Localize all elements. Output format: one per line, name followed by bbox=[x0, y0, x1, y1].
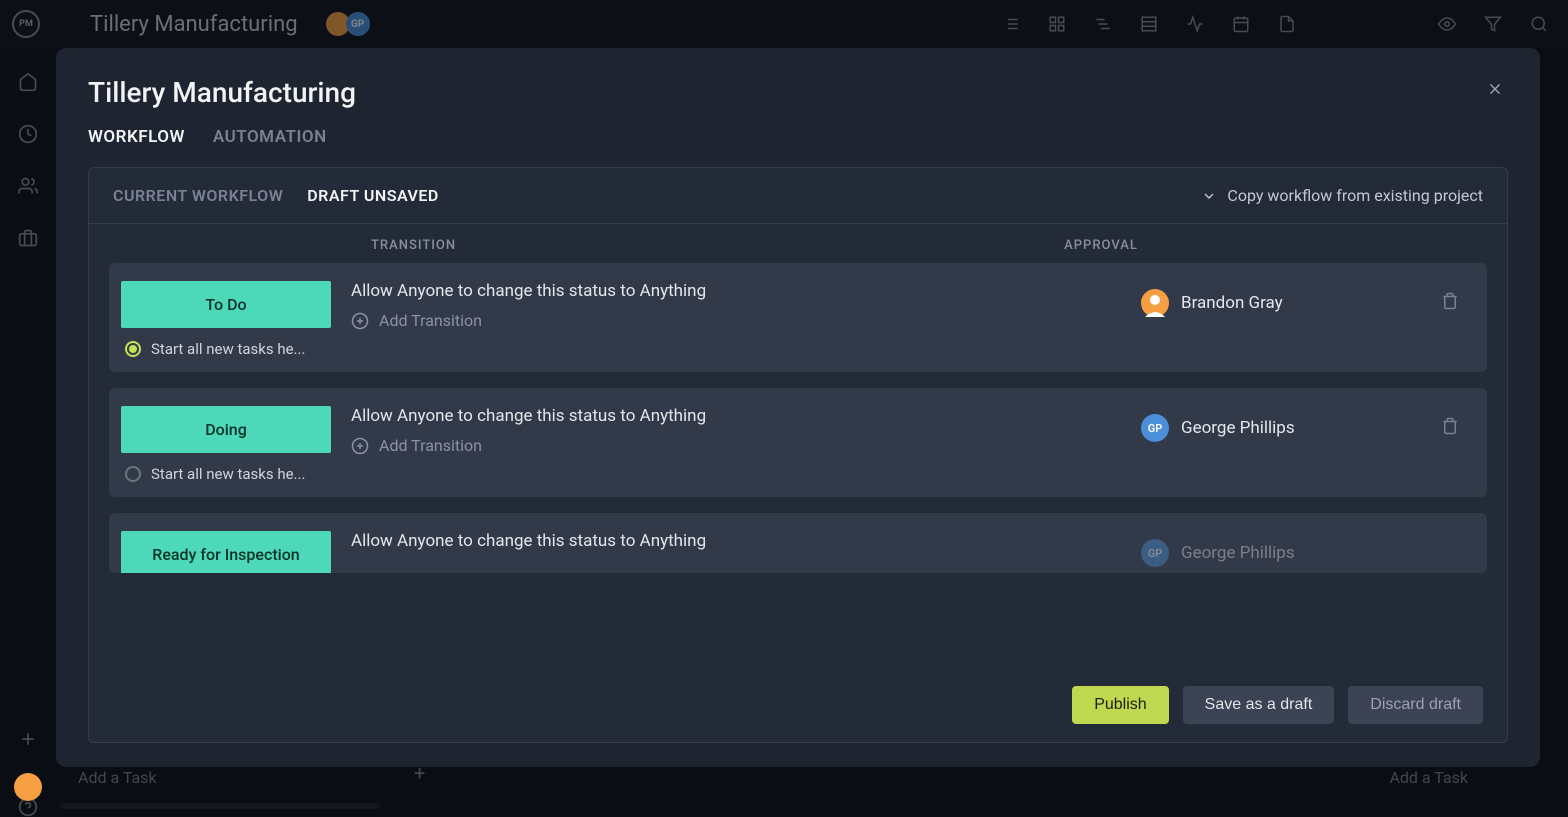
radio-label: Start all new tasks he... bbox=[151, 340, 305, 358]
list-icon[interactable] bbox=[1002, 15, 1020, 33]
publish-button[interactable]: Publish bbox=[1072, 686, 1168, 724]
approver-name: George Phillips bbox=[1181, 418, 1295, 438]
add-transition-button[interactable]: Add Transition bbox=[351, 311, 1121, 330]
status-row: Ready for Inspection Allow Anyone to cha… bbox=[109, 513, 1487, 573]
chevron-down-icon bbox=[1201, 188, 1217, 204]
approver-avatar[interactable] bbox=[1141, 289, 1169, 317]
modal-tabs: WORKFLOW AUTOMATION bbox=[88, 127, 356, 147]
copy-workflow-label: Copy workflow from existing project bbox=[1227, 186, 1483, 205]
users-icon[interactable] bbox=[18, 176, 38, 196]
panel-header: CURRENT WORKFLOW DRAFT UNSAVED Copy work… bbox=[89, 168, 1507, 224]
briefcase-icon[interactable] bbox=[18, 228, 38, 248]
status-chip[interactable]: Doing bbox=[121, 406, 331, 453]
col-header-transition: TRANSITION bbox=[371, 238, 456, 253]
calendar-icon[interactable] bbox=[1232, 15, 1250, 33]
panel-tab-draft[interactable]: DRAFT UNSAVED bbox=[307, 186, 439, 205]
clock-icon[interactable] bbox=[18, 124, 38, 144]
status-row: To Do Start all new tasks he... Allow An… bbox=[109, 263, 1487, 372]
close-button[interactable] bbox=[1482, 76, 1508, 106]
column-headers: TRANSITION APPROVAL bbox=[89, 224, 1507, 263]
topbar-avatars: GP bbox=[330, 12, 370, 36]
radio-icon bbox=[125, 341, 141, 357]
approver-name: Brandon Gray bbox=[1181, 293, 1283, 313]
approver-avatar[interactable]: GP bbox=[1141, 414, 1169, 442]
start-tasks-radio[interactable]: Start all new tasks he... bbox=[121, 340, 331, 358]
add-transition-button[interactable]: Add Transition bbox=[351, 436, 1121, 455]
eye-icon[interactable] bbox=[1438, 15, 1456, 33]
app-logo: PM bbox=[12, 10, 40, 38]
start-tasks-radio[interactable]: Start all new tasks he... bbox=[121, 465, 331, 483]
home-icon[interactable] bbox=[18, 72, 38, 92]
workflow-modal: Tillery Manufacturing WORKFLOW AUTOMATIO… bbox=[56, 48, 1540, 767]
approver-name: George Phillips bbox=[1181, 543, 1295, 563]
gantt-icon[interactable] bbox=[1094, 15, 1112, 33]
user-avatar[interactable] bbox=[14, 773, 42, 801]
status-chip[interactable]: To Do bbox=[121, 281, 331, 328]
filter-icon[interactable] bbox=[1484, 15, 1502, 33]
transition-rule: Allow Anyone to change this status to An… bbox=[351, 531, 1121, 551]
col-header-approval: APPROVAL bbox=[1064, 238, 1138, 253]
tab-workflow[interactable]: WORKFLOW bbox=[88, 127, 185, 147]
app-title: Tillery Manufacturing bbox=[90, 12, 298, 37]
topbar-view-icons bbox=[1002, 15, 1296, 33]
panel-footer: Publish Save as a draft Discard draft bbox=[89, 668, 1507, 742]
tab-automation[interactable]: AUTOMATION bbox=[213, 127, 327, 147]
trash-icon bbox=[1441, 416, 1459, 436]
delete-status-button[interactable] bbox=[1441, 406, 1469, 440]
app-topbar: PM Tillery Manufacturing GP bbox=[0, 0, 1568, 48]
radio-icon bbox=[125, 466, 141, 482]
radio-label: Start all new tasks he... bbox=[151, 465, 305, 483]
status-rows: To Do Start all new tasks he... Allow An… bbox=[89, 263, 1507, 668]
avatar[interactable]: GP bbox=[346, 12, 370, 36]
add-transition-label: Add Transition bbox=[379, 436, 482, 455]
copy-workflow-link[interactable]: Copy workflow from existing project bbox=[1201, 186, 1483, 205]
panel-tab-current[interactable]: CURRENT WORKFLOW bbox=[113, 186, 283, 205]
delete-status-button[interactable] bbox=[1441, 531, 1469, 541]
file-icon[interactable] bbox=[1278, 15, 1296, 33]
workflow-panel: CURRENT WORKFLOW DRAFT UNSAVED Copy work… bbox=[88, 167, 1508, 743]
approver-avatar[interactable]: GP bbox=[1141, 539, 1169, 567]
status-chip[interactable]: Ready for Inspection bbox=[121, 531, 331, 573]
add-transition-label: Add Transition bbox=[379, 311, 482, 330]
save-draft-button[interactable]: Save as a draft bbox=[1183, 686, 1335, 724]
close-icon bbox=[1486, 80, 1504, 98]
activity-icon[interactable] bbox=[1186, 15, 1204, 33]
status-row: Doing Start all new tasks he... Allow An… bbox=[109, 388, 1487, 497]
plus-icon[interactable] bbox=[18, 729, 38, 749]
plus-circle-icon bbox=[351, 312, 369, 330]
board-icon[interactable] bbox=[1048, 15, 1066, 33]
table-icon[interactable] bbox=[1140, 15, 1158, 33]
bg-add-task-right: Add a Task bbox=[1389, 768, 1468, 787]
search-icon[interactable] bbox=[1530, 15, 1548, 33]
bg-scrollbar bbox=[60, 803, 380, 809]
left-sidebar bbox=[0, 48, 56, 817]
discard-draft-button[interactable]: Discard draft bbox=[1348, 686, 1483, 724]
delete-status-button[interactable] bbox=[1441, 281, 1469, 315]
transition-rule: Allow Anyone to change this status to An… bbox=[351, 406, 1121, 426]
bg-add-task-left: Add a Task bbox=[78, 768, 157, 787]
modal-title: Tillery Manufacturing bbox=[88, 76, 356, 109]
trash-icon bbox=[1441, 291, 1459, 311]
topbar-right-icons bbox=[1438, 15, 1548, 33]
transition-rule: Allow Anyone to change this status to An… bbox=[351, 281, 1121, 301]
plus-circle-icon bbox=[351, 437, 369, 455]
